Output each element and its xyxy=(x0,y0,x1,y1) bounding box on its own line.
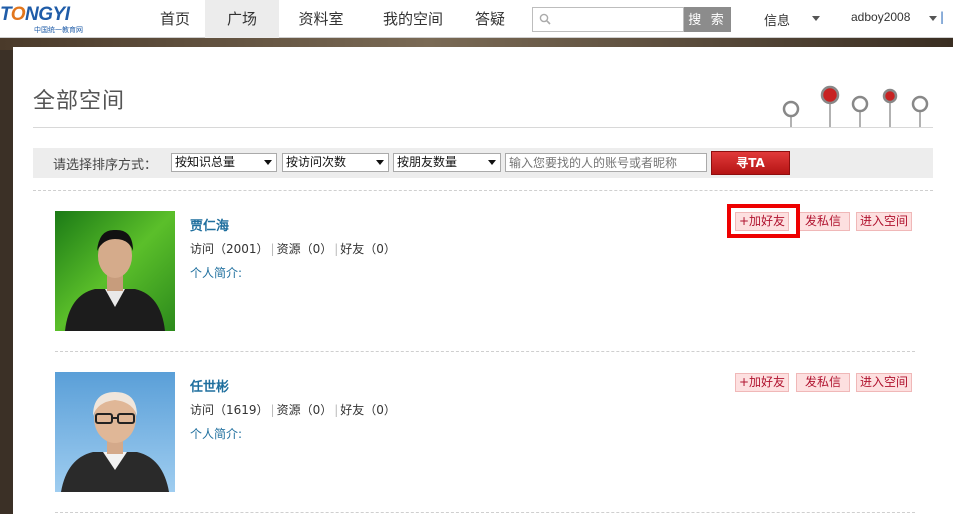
enter-space-button[interactable]: 进入空间 xyxy=(856,212,912,231)
user-menu[interactable]: adboy2008 xyxy=(851,10,910,24)
divider xyxy=(55,351,915,352)
sort-by-friends-value: 按朋友数量 xyxy=(397,155,458,169)
nav-item-qa[interactable]: 答疑 xyxy=(463,0,517,38)
user-avatar[interactable] xyxy=(55,211,175,331)
chevron-down-icon xyxy=(264,160,272,165)
user-stats: 访问（1619） | 资源（0） | 好友（0） xyxy=(190,401,396,418)
chevron-down-icon[interactable] xyxy=(929,16,937,21)
logo-subtitle: 中国统一教育网 xyxy=(34,26,83,34)
site-logo[interactable]: TONGYI 中国统一教育网 xyxy=(0,4,110,36)
user-name-link[interactable]: 任世彬 xyxy=(190,376,229,395)
sort-by-visits-value: 按访问次数 xyxy=(286,155,347,169)
sort-by-visits-select[interactable]: 按访问次数 xyxy=(282,153,389,172)
title-divider xyxy=(33,127,933,128)
divider xyxy=(33,190,933,191)
sort-by-friends-select[interactable]: 按朋友数量 xyxy=(393,153,501,172)
user-stats: 访问（2001） | 资源（0） | 好友（0） xyxy=(190,240,396,257)
friends-count: 好友（0） xyxy=(340,403,396,417)
page-title: 全部空间 xyxy=(33,89,126,114)
nav-item-library[interactable]: 资料室 xyxy=(279,0,363,38)
user-list-item: 贾仁海 访问（2001） | 资源（0） | 好友（0） 个人简介: +加好友 发私信 … xyxy=(55,204,915,333)
separator: | xyxy=(270,403,275,417)
logo-text: TONGYI xyxy=(0,4,70,25)
separator: | xyxy=(270,242,275,256)
user-bio-label: 个人简介: xyxy=(190,266,243,280)
find-person-input[interactable] xyxy=(505,153,707,172)
decorative-pins-icon xyxy=(782,85,929,127)
user-avatar[interactable] xyxy=(55,372,175,492)
main-panel: 全部空间 请选择排序方式： 按知识总量 按访问次数 按朋友数量 寻TA xyxy=(13,47,953,514)
sort-by-knowledge-value: 按知识总量 xyxy=(175,155,236,169)
highlight-box xyxy=(727,204,800,238)
site-search-box xyxy=(532,7,684,32)
search-icon xyxy=(539,13,551,25)
user-name-link[interactable]: 贾仁海 xyxy=(190,215,229,234)
top-navigation-bar: TONGYI 中国统一教育网 首页 广场 资料室 我的空间 答疑 搜 索 信息 … xyxy=(0,0,953,38)
send-message-button[interactable]: 发私信 xyxy=(796,373,850,392)
resources-count: 资源（0） xyxy=(276,403,333,417)
nav-item-home[interactable]: 首页 xyxy=(145,0,205,38)
add-friend-button[interactable]: +加好友 xyxy=(735,373,789,392)
sort-label: 请选择排序方式： xyxy=(53,158,158,173)
search-button[interactable]: 搜 索 xyxy=(684,7,731,32)
visits-count: 访问（1619） xyxy=(190,403,269,417)
send-message-button[interactable]: 发私信 xyxy=(796,212,850,231)
chevron-down-icon xyxy=(488,160,496,165)
sort-by-knowledge-select[interactable]: 按知识总量 xyxy=(171,153,277,172)
nav-item-square[interactable]: 广场 xyxy=(205,0,279,38)
site-search-input[interactable] xyxy=(555,10,681,29)
resources-count: 资源（0） xyxy=(276,242,333,256)
chevron-down-icon[interactable] xyxy=(812,16,820,21)
find-person-button[interactable]: 寻TA xyxy=(711,151,790,175)
user-bio-label: 个人简介: xyxy=(190,427,243,441)
nav-item-my-space[interactable]: 我的空间 xyxy=(363,0,463,38)
user-list-item: 任世彬 访问（1619） | 资源（0） | 好友（0） 个人简介: +加好友 发私信 … xyxy=(55,372,915,494)
main-nav: 首页 广场 资料室 我的空间 答疑 xyxy=(145,0,517,38)
divider xyxy=(55,512,915,513)
visits-count: 访问（2001） xyxy=(190,242,269,256)
messages-menu[interactable]: 信息 xyxy=(764,10,790,29)
friends-count: 好友（0） xyxy=(340,242,396,256)
chevron-down-icon xyxy=(376,160,384,165)
sort-filter-bar: 请选择排序方式： 按知识总量 按访问次数 按朋友数量 寻TA xyxy=(33,148,933,178)
enter-space-button[interactable]: 进入空间 xyxy=(856,373,912,392)
more-link[interactable]: | xyxy=(940,10,944,24)
